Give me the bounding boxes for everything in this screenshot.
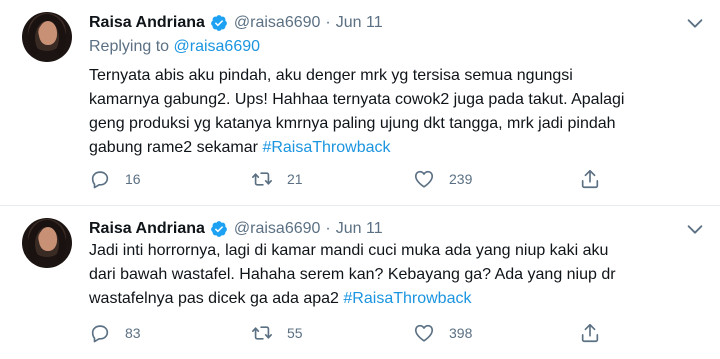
- share-icon[interactable]: [579, 322, 601, 344]
- tweet-header: Raisa Andriana @raisa6690 · Jun 11: [89, 12, 383, 34]
- reply-button[interactable]: 16: [89, 168, 251, 190]
- verified-badge-icon: [211, 221, 227, 237]
- heart-icon: [414, 170, 434, 188]
- like-count: 398: [449, 325, 473, 341]
- tweet-text: Ternyata abis aku pindah, aku denger mrk…: [89, 64, 699, 160]
- replying-to: Replying to @raisa6690: [89, 38, 260, 56]
- replying-prefix: Replying to: [89, 38, 170, 55]
- tweet-text-line: geng produksi yg katanya kmrnya paling u…: [89, 115, 616, 132]
- retweet-button[interactable]: 21: [251, 168, 413, 190]
- action-bar: 16 21 239: [89, 168, 609, 190]
- author-name[interactable]: Raisa Andriana: [89, 14, 205, 32]
- tweet-text-line-part: gabung rame2 sekamar: [89, 139, 258, 156]
- avatar[interactable]: [22, 218, 72, 268]
- tweet-text-line: gabung rame2 sekamar #RaisaThrowback: [89, 136, 699, 160]
- reply-button[interactable]: 83: [89, 322, 251, 344]
- tweet-text-line-part: wastafelnya pas dicek ga ada apa2: [89, 290, 339, 307]
- like-button[interactable]: 239: [413, 168, 575, 190]
- timestamp[interactable]: Jun 11: [336, 220, 383, 238]
- author-handle[interactable]: @raisa6690: [234, 220, 321, 238]
- retweet-button[interactable]: 55: [251, 322, 413, 344]
- tweet[interactable]: Raisa Andriana @raisa6690 · Jun 11 Jadi …: [0, 205, 720, 359]
- retweet-icon: [252, 172, 272, 186]
- replying-mention[interactable]: @raisa6690: [174, 38, 261, 55]
- separator-dot: ·: [325, 220, 331, 237]
- heart-icon: [414, 324, 434, 342]
- reply-bubble-icon: [91, 325, 109, 343]
- share-icon[interactable]: [579, 168, 601, 190]
- tweet[interactable]: Raisa Andriana @raisa6690 · Jun 11 Reply…: [0, 0, 720, 205]
- retweet-icon: [252, 326, 272, 340]
- tweet-text: Jadi inti horrornya, lagi di kamar mandi…: [89, 239, 699, 311]
- retweet-count: 21: [287, 171, 303, 187]
- action-bar: 83 55 398: [89, 322, 609, 344]
- tweet-text-line: kamarnya gabung2. Ups! Hahhaa ternyata c…: [89, 91, 625, 108]
- separator-dot: ·: [325, 14, 331, 31]
- tweet-text-line: Jadi inti horrornya, lagi di kamar mandi…: [89, 242, 609, 259]
- reply-count: 16: [125, 171, 141, 187]
- hashtag-link[interactable]: #RaisaThrowback: [343, 290, 471, 307]
- like-button[interactable]: 398: [413, 322, 575, 344]
- tweet-header: Raisa Andriana @raisa6690 · Jun 11: [89, 218, 383, 240]
- retweet-count: 55: [287, 325, 303, 341]
- chevron-down-icon[interactable]: [684, 12, 706, 34]
- tweet-text-line: dari bawah wastafel. Hahaha serem kan? K…: [89, 266, 616, 283]
- timestamp[interactable]: Jun 11: [336, 14, 383, 32]
- tweet-text-line: wastafelnya pas dicek ga ada apa2 #Raisa…: [89, 287, 699, 311]
- verified-badge-icon: [211, 15, 227, 31]
- like-count: 239: [449, 171, 473, 187]
- reply-bubble-icon: [91, 171, 109, 189]
- author-handle[interactable]: @raisa6690: [234, 14, 321, 32]
- tweet-text-line: Ternyata abis aku pindah, aku denger mrk…: [89, 67, 573, 84]
- reply-count: 83: [125, 325, 141, 341]
- author-name[interactable]: Raisa Andriana: [89, 220, 205, 238]
- hashtag-link[interactable]: #RaisaThrowback: [262, 139, 390, 156]
- chevron-down-icon[interactable]: [684, 218, 706, 240]
- avatar[interactable]: [22, 12, 72, 62]
